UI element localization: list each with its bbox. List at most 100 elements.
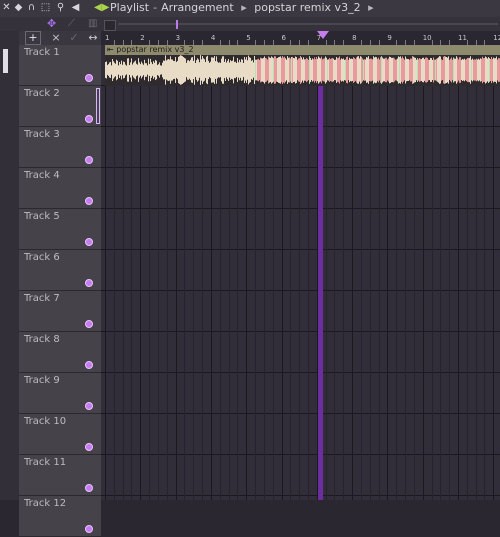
- grid-line: [255, 45, 257, 500]
- ruler-bar-label: 5: [246, 34, 251, 42]
- track-mute-icon[interactable]: [85, 238, 93, 246]
- grid-line: [149, 45, 151, 500]
- ruler-bar-label: 3: [175, 34, 181, 42]
- add-track-button[interactable]: +: [25, 31, 41, 45]
- breadcrumb: Playlist - Arrangement ▸ popstar remix v3_…: [110, 1, 374, 14]
- breadcrumb-arrow-icon: ▸: [368, 1, 374, 14]
- ruler-bar-label: 6: [281, 34, 286, 42]
- track-mute-icon[interactable]: [85, 484, 93, 492]
- track-header[interactable]: Track 5: [19, 209, 101, 250]
- grid-icon[interactable]: ▥: [88, 18, 100, 30]
- zoom-icon[interactable]: ⚲: [55, 2, 66, 14]
- toolbar: ✕ ◆ ∩ ⬚ ⚲ ◀ ◀▶ Playlist - Arrangement ▸ po…: [0, 0, 500, 18]
- grid-line: [105, 45, 106, 500]
- grid-line: [307, 45, 309, 500]
- grid-line: [131, 45, 133, 500]
- track-header[interactable]: Track 10: [19, 414, 101, 455]
- grid-line: [272, 45, 274, 500]
- track-mute-icon[interactable]: [85, 74, 93, 82]
- playback-marker-icon[interactable]: [317, 31, 329, 39]
- track-selector[interactable]: [96, 88, 100, 124]
- scroll-left-button[interactable]: [104, 20, 116, 31]
- track-header[interactable]: Track 11: [19, 455, 101, 496]
- snap-icon[interactable]: ✥: [47, 18, 63, 30]
- grid-line: [440, 45, 442, 500]
- grid-line: [193, 45, 195, 500]
- track-mute-icon[interactable]: [85, 320, 93, 328]
- arrows-icon[interactable]: ◆: [13, 2, 24, 14]
- track-mute-icon[interactable]: [85, 279, 93, 287]
- track-header[interactable]: Track 2: [19, 86, 101, 127]
- select-icon[interactable]: ⬚: [40, 2, 51, 14]
- grid-line: [281, 45, 283, 500]
- track-header[interactable]: Track 8: [19, 332, 101, 373]
- ruler-bar-label: 10: [422, 34, 432, 42]
- playlist-grid[interactable]: ⇤ popstar remix v3_2: [101, 45, 500, 500]
- check-icon: ✓: [69, 31, 79, 44]
- track-mute-icon[interactable]: [85, 525, 93, 533]
- magnet-icon[interactable]: ∩: [26, 2, 37, 14]
- grid-line: [210, 45, 212, 500]
- track-label: Track 2: [24, 88, 60, 99]
- grid-line: [246, 45, 248, 500]
- breadcrumb-arrangement[interactable]: Arrangement: [161, 1, 234, 14]
- track-label: Track 4: [24, 170, 60, 181]
- track-header[interactable]: Track 6: [19, 250, 101, 291]
- ruler-bar-label: 9: [387, 34, 392, 42]
- track-header[interactable]: Track 4: [19, 168, 101, 209]
- grid-line: [343, 45, 345, 500]
- track-mute-icon[interactable]: [85, 115, 93, 123]
- track-mute-icon[interactable]: [85, 443, 93, 451]
- clip-header[interactable]: ⇤ popstar remix v3_2: [105, 45, 500, 55]
- timeline-ruler[interactable]: 1 2 3 4 5 6 7 8 9 10 11 12: [101, 31, 500, 46]
- expand-button[interactable]: ↔: [85, 31, 101, 45]
- track-mute-icon[interactable]: [85, 197, 93, 205]
- grid-line: [299, 45, 301, 500]
- grid-line: [184, 45, 186, 500]
- grid-line: [175, 45, 177, 500]
- track-mute-icon[interactable]: [85, 402, 93, 410]
- speaker-icon[interactable]: ◀: [70, 2, 81, 14]
- track-label: Track 5: [24, 211, 60, 222]
- grid-line: [484, 45, 486, 500]
- track-mute-icon[interactable]: [85, 361, 93, 369]
- track-label: Track 3: [24, 129, 60, 140]
- grid-line: [113, 45, 115, 500]
- clip-title: ⇤ popstar remix v3_2: [107, 45, 194, 54]
- breadcrumb-arrow-icon: ▸: [241, 1, 247, 14]
- audio-clip[interactable]: ⇤ popstar remix v3_2: [105, 45, 500, 86]
- pencil-icon[interactable]: ⟋: [68, 18, 80, 30]
- track-header[interactable]: Track 3: [19, 127, 101, 168]
- playhead[interactable]: [318, 45, 323, 500]
- waveform-graphic: [105, 55, 500, 85]
- grid-line: [166, 45, 168, 500]
- ruler-bar-label: 12: [493, 34, 500, 42]
- scroll-thumb[interactable]: [176, 20, 178, 29]
- clip-waveform[interactable]: [105, 55, 500, 86]
- track-label: Track 1: [24, 47, 60, 58]
- grid-line: [387, 45, 389, 500]
- breadcrumb-pattern[interactable]: popstar remix v3_2: [254, 1, 360, 14]
- grid-line: [405, 45, 407, 500]
- grid-line: [140, 45, 142, 500]
- horizontal-scrollbar[interactable]: [118, 23, 498, 25]
- strip-handle[interactable]: [3, 49, 8, 73]
- grid-line: [122, 45, 124, 500]
- track-header[interactable]: Track 7: [19, 291, 101, 332]
- close-icon[interactable]: ✕: [1, 2, 12, 14]
- grid-line: [237, 45, 239, 500]
- track-header[interactable]: Track 1: [19, 45, 101, 86]
- play-icon[interactable]: ◀▶: [94, 2, 109, 14]
- track-mute-icon[interactable]: [85, 156, 93, 164]
- breadcrumb-playlist[interactable]: Playlist: [110, 1, 149, 14]
- ruler-bar-label: 2: [140, 34, 145, 42]
- left-strip: [0, 31, 20, 500]
- grid-line: [431, 45, 433, 500]
- track-label: Track 8: [24, 334, 60, 345]
- track-header[interactable]: Track 9: [19, 373, 101, 414]
- grid-line: [396, 45, 398, 500]
- track-header[interactable]: Track 12: [19, 496, 101, 537]
- close-track-button[interactable]: ×: [48, 31, 64, 45]
- grid-line: [458, 45, 459, 500]
- ruler-bar-label: 11: [458, 34, 467, 42]
